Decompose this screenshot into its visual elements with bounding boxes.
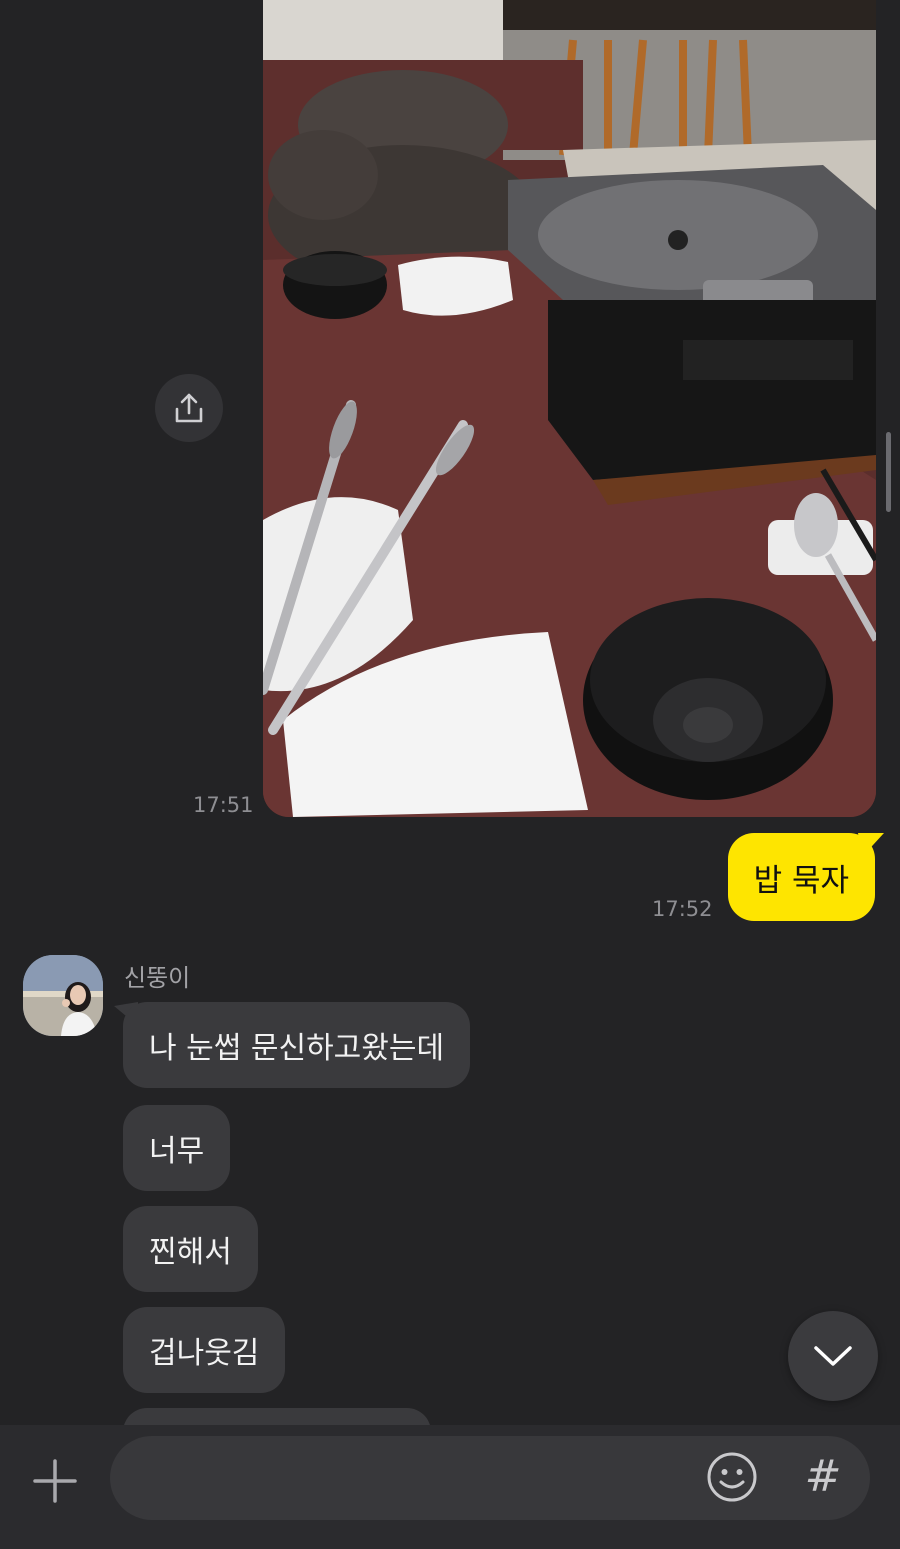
their-message-bubble-partial[interactable] [123, 1408, 431, 1425]
chat-area[interactable]: 17:51 17:52 밥 묵자 신뚱이 나 눈썹 문신하고왔는데 너무 찐해서… [0, 0, 900, 1425]
plus-icon[interactable] [30, 1456, 80, 1506]
my-message-bubble[interactable]: 밥 묵자 [727, 833, 875, 921]
their-message-bubble[interactable]: 나 눈썹 문신하고왔는데 [123, 1002, 471, 1088]
shared-photo[interactable] [263, 0, 876, 817]
my-message-text: 밥 묵자 [753, 862, 849, 899]
share-button[interactable] [155, 374, 223, 442]
emoji-icon[interactable] [706, 1451, 758, 1503]
scrollbar[interactable] [886, 432, 891, 512]
avatar[interactable] [23, 955, 103, 1036]
message-text: 찐해서 [149, 1235, 232, 1270]
my-message-timestamp: 17:52 [652, 897, 713, 921]
photo-timestamp: 17:51 [193, 793, 254, 817]
message-composer: # [0, 1425, 900, 1549]
their-message-bubble[interactable]: 찐해서 [123, 1206, 258, 1292]
hash-icon[interactable]: # [800, 1449, 846, 1505]
message-text: 겁나웃김 [149, 1336, 260, 1371]
chevron-down-icon [814, 1346, 852, 1366]
scroll-to-bottom-button[interactable] [788, 1311, 878, 1401]
share-icon [175, 393, 203, 423]
message-text: 너무 [149, 1134, 205, 1169]
message-text: 나 눈썹 문신하고왔는데 [149, 1031, 445, 1066]
sender-name: 신뚱이 [124, 964, 191, 992]
their-message-bubble[interactable]: 너무 [123, 1105, 231, 1191]
their-message-bubble[interactable]: 겁나웃김 [123, 1307, 286, 1393]
